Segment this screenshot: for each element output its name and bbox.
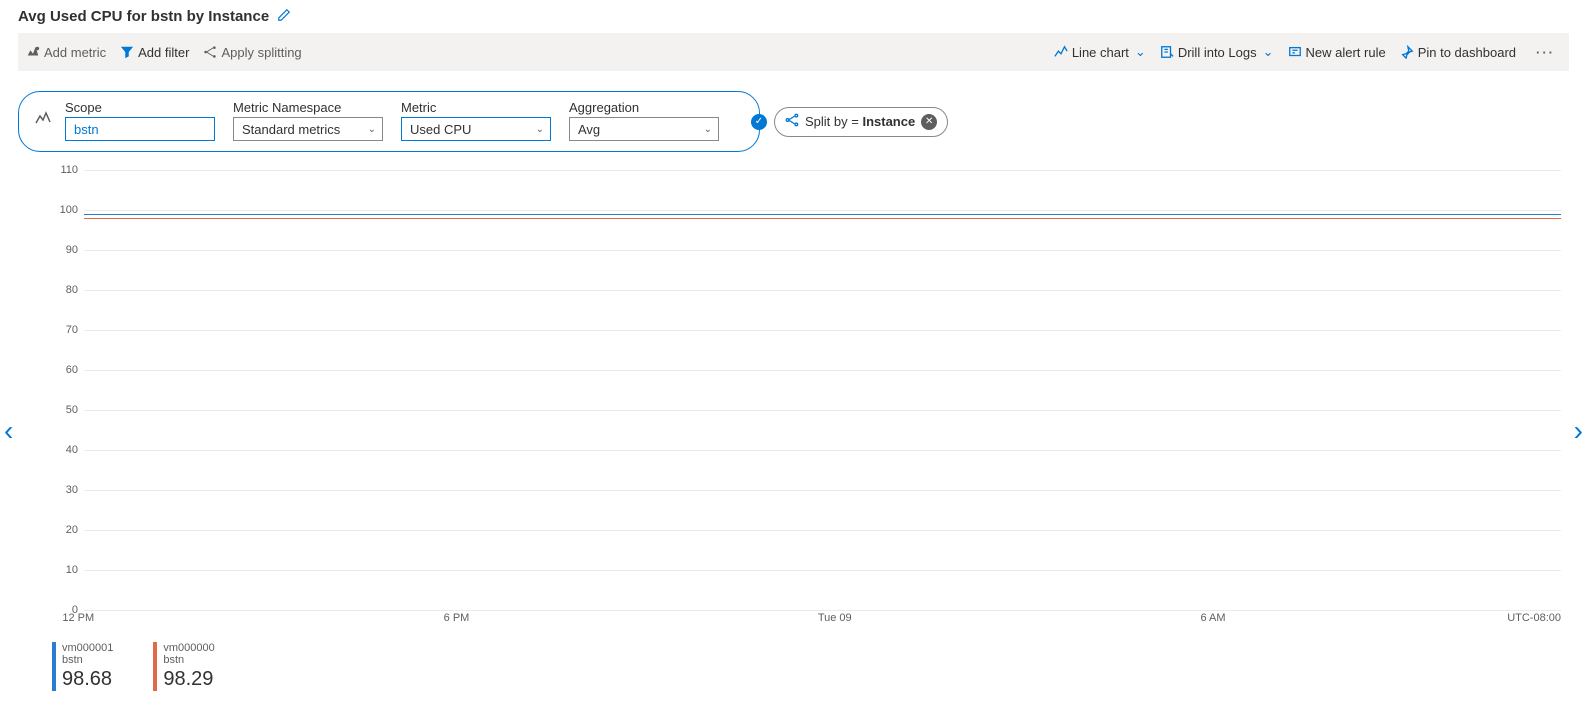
- new-alert-rule-label: New alert rule: [1306, 45, 1386, 60]
- chart-toolbar: Add metric Add filter Apply splitting: [18, 33, 1569, 71]
- legend-series-name: vm000001: [62, 642, 113, 654]
- y-tick: 110: [48, 164, 78, 176]
- x-axis: UTC-08:00 12 PM 6 PM Tue 09 6 AM: [48, 612, 1561, 632]
- drill-into-logs-label: Drill into Logs: [1178, 45, 1257, 60]
- metrics-line-chart: 0102030405060708090100110: [48, 170, 1561, 610]
- metric-value: Used CPU: [410, 122, 471, 137]
- aggregation-label: Aggregation: [569, 100, 719, 115]
- legend-color-bar: [52, 642, 56, 691]
- next-time-range-button[interactable]: ›: [1574, 415, 1583, 447]
- chevron-down-icon: ⌄: [1263, 44, 1274, 60]
- gridline: [84, 490, 1561, 491]
- drill-into-logs-button[interactable]: Drill into Logs ⌄: [1160, 44, 1274, 60]
- series-line: [84, 218, 1561, 220]
- logs-icon: [1160, 45, 1174, 59]
- line-chart-button[interactable]: Line chart ⌄: [1054, 44, 1146, 60]
- apply-splitting-button[interactable]: Apply splitting: [203, 45, 301, 60]
- x-tick: 6 PM: [444, 612, 470, 624]
- gridline: [84, 210, 1561, 211]
- x-tick: Tue 09: [818, 612, 852, 624]
- alert-icon: [1288, 45, 1302, 59]
- split-value: Instance: [862, 114, 915, 129]
- gridline: [84, 410, 1561, 411]
- namespace-select[interactable]: Standard metrics ⌄: [233, 117, 383, 141]
- line-chart-icon: [1054, 45, 1068, 59]
- gridline: [84, 530, 1561, 531]
- legend-item[interactable]: vm000000bstn 98.29: [153, 642, 214, 691]
- gridline: [84, 450, 1561, 451]
- split-prefix: Split by =: [805, 114, 862, 129]
- y-tick: 10: [48, 564, 78, 576]
- remove-split-button[interactable]: ✕: [921, 114, 937, 130]
- query-applied-check-icon: ✓: [751, 114, 767, 130]
- timezone-label: UTC-08:00: [1507, 612, 1561, 624]
- y-tick: 100: [48, 204, 78, 216]
- split-by-text: Split by = Instance: [805, 114, 915, 129]
- metric-query-pill: Scope bstn Metric Namespace Standard met…: [18, 91, 760, 152]
- series-line: [84, 214, 1561, 216]
- more-options-button[interactable]: ···: [1530, 45, 1561, 60]
- gridline: [84, 570, 1561, 571]
- pin-icon: [1400, 45, 1414, 59]
- gridline: [84, 610, 1561, 611]
- prev-time-range-button[interactable]: ‹: [4, 415, 13, 447]
- y-tick: 60: [48, 364, 78, 376]
- split-by-pill[interactable]: Split by = Instance ✕: [774, 107, 948, 137]
- legend-color-bar: [153, 642, 157, 691]
- y-tick: 40: [48, 444, 78, 456]
- add-metric-icon: [26, 45, 40, 59]
- new-alert-rule-button[interactable]: New alert rule: [1288, 45, 1386, 60]
- gridline: [84, 250, 1561, 251]
- legend-series-value: 98.68: [62, 668, 113, 691]
- gridline: [84, 370, 1561, 371]
- legend-series-value: 98.29: [163, 668, 214, 691]
- y-tick: 90: [48, 244, 78, 256]
- y-tick: 50: [48, 404, 78, 416]
- x-tick: 12 PM: [62, 612, 94, 624]
- y-tick: 70: [48, 324, 78, 336]
- y-tick: 80: [48, 284, 78, 296]
- edit-title-icon[interactable]: [277, 8, 291, 25]
- y-tick: 20: [48, 524, 78, 536]
- x-tick: 6 AM: [1200, 612, 1225, 624]
- scope-label: Scope: [65, 100, 215, 115]
- namespace-label: Metric Namespace: [233, 100, 383, 115]
- add-filter-label: Add filter: [138, 45, 189, 60]
- scope-select[interactable]: bstn: [65, 117, 215, 141]
- apply-splitting-label: Apply splitting: [221, 45, 301, 60]
- legend-item[interactable]: vm000001bstn 98.68: [52, 642, 113, 691]
- gridline: [84, 330, 1561, 331]
- metric-select[interactable]: Used CPU ⌄: [401, 117, 551, 141]
- y-tick: 30: [48, 484, 78, 496]
- legend-series-sub: bstn: [62, 654, 113, 666]
- gridline: [84, 290, 1561, 291]
- split-icon: [203, 45, 217, 59]
- scope-value: bstn: [74, 122, 99, 137]
- pin-to-dashboard-button[interactable]: Pin to dashboard: [1400, 45, 1516, 60]
- add-metric-button[interactable]: Add metric: [26, 45, 106, 60]
- page-title: Avg Used CPU for bstn by Instance: [18, 8, 269, 25]
- aggregation-value: Avg: [578, 122, 600, 137]
- gridline: [84, 170, 1561, 171]
- aggregation-select[interactable]: Avg ⌄: [569, 117, 719, 141]
- metric-line-icon: [35, 111, 51, 130]
- add-filter-button[interactable]: Add filter: [120, 45, 189, 60]
- chevron-down-icon: ⌄: [536, 124, 544, 135]
- namespace-value: Standard metrics: [242, 122, 340, 137]
- split-network-icon: [785, 113, 799, 130]
- filter-icon: [120, 45, 134, 59]
- chevron-down-icon: ⌄: [704, 124, 712, 135]
- legend-series-sub: bstn: [163, 654, 214, 666]
- pin-to-dashboard-label: Pin to dashboard: [1418, 45, 1516, 60]
- chevron-down-icon: ⌄: [1135, 44, 1146, 60]
- line-chart-label: Line chart: [1072, 45, 1129, 60]
- chevron-down-icon: ⌄: [368, 124, 376, 135]
- chart-legend: vm000001bstn98.68vm000000bstn98.29: [52, 642, 1565, 691]
- metric-label: Metric: [401, 100, 551, 115]
- add-metric-label: Add metric: [44, 45, 106, 60]
- legend-series-name: vm000000: [163, 642, 214, 654]
